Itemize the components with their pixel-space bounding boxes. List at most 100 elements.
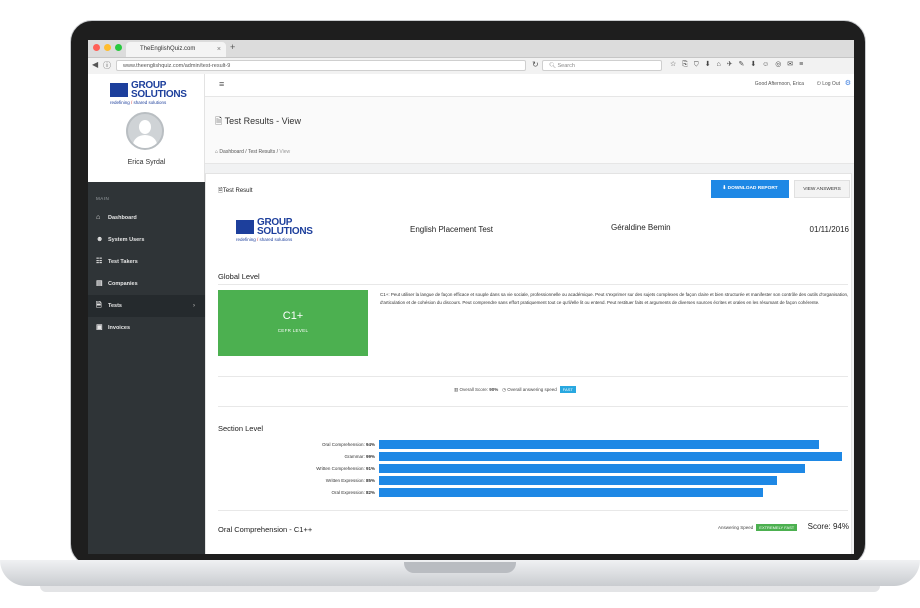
browser-search-field[interactable]: 🔍︎ Search	[542, 60, 662, 71]
close-window-button[interactable]	[93, 44, 100, 51]
main-content: ≡ Good Afternoon, Erica ⏻ Log Out ⚙ 🗎︎ T…	[205, 74, 854, 554]
chevron-right-icon: ›	[193, 303, 195, 309]
divider	[218, 510, 848, 511]
section-bar	[379, 476, 777, 485]
section-bar	[379, 488, 763, 497]
answering-speed: Answering Speed EXTREMELY FAST	[718, 524, 798, 531]
sidebar-item-test-takers[interactable]: ☷ Test Takers	[88, 251, 205, 273]
browser-tab-bar: TheEnglishQuiz.com × +	[88, 40, 854, 58]
sidebar-menu: ⌂ Dashboard ☻ System Users ☷ Test Takers ▤ Comp…	[88, 207, 205, 339]
section-bar-label: Written Expression: 85%	[218, 476, 375, 485]
section-name: Written Comprehension:	[316, 466, 365, 471]
avatar-head	[139, 120, 151, 134]
section-bar-row: Grammar: 99%	[206, 452, 851, 461]
sidebar-item-label: Companies	[108, 281, 138, 287]
logout-label: Log Out	[822, 81, 840, 87]
browser-toolbar-icons[interactable]: ☆ ⎘ ⛉ ⬇ ⌂ ✈ ✎ ⬇ ☺ ◎ ✉ ≡	[670, 60, 805, 69]
search-icon: 🔍︎	[549, 63, 556, 69]
search-placeholder: Search	[557, 63, 575, 69]
section-name: Grammar:	[344, 454, 365, 459]
breadcrumb: ⌂ Dashboard / Test Results / View	[215, 149, 291, 155]
section-name: Written Expression:	[325, 478, 365, 483]
tagline-b: shared solutions	[133, 100, 167, 105]
info-icon[interactable]: ⓘ	[103, 60, 111, 71]
section-bar-row: Written Expression: 85%	[206, 476, 851, 485]
browser-tab[interactable]: TheEnglishQuiz.com ×	[126, 42, 226, 57]
logout-link[interactable]: ⏻ Log Out	[817, 81, 840, 87]
section-bar-row: Oral Comprehension: 94%	[206, 440, 851, 449]
sidebar-item-companies[interactable]: ▤ Companies	[88, 273, 205, 295]
home-icon: ⌂	[96, 214, 101, 221]
maximize-window-button[interactable]	[115, 44, 122, 51]
section-bar-row: Oral Expression: 82%	[206, 488, 851, 497]
breadcrumb-dashboard[interactable]: Dashboard	[219, 149, 243, 155]
sidebar-item-dashboard[interactable]: ⌂ Dashboard	[88, 207, 205, 229]
section-name: Oral Expression:	[331, 490, 365, 495]
answering-speed-label: Answering Speed	[718, 525, 754, 530]
sidebar-item-label: Dashboard	[108, 215, 137, 221]
page-title: 🗎︎ Test Results - View	[215, 114, 301, 130]
url-field[interactable]: www.theenglishquiz.com/admin/test-result…	[116, 60, 526, 71]
profile-panel: GROUP SOLUTIONS redefining / shared solu…	[88, 74, 205, 182]
sidebar-item-tests[interactable]: 🗎︎ Tests ›	[88, 295, 205, 317]
section-bar-chart: Oral Comprehension: 94% Grammar: 99% Writt…	[206, 174, 851, 554]
close-tab-icon[interactable]: ×	[217, 42, 221, 57]
brand-logo-text: GROUP SOLUTIONS	[131, 81, 187, 100]
sidebar-item-label: System Users	[108, 237, 145, 243]
users-icon: ☻	[96, 236, 104, 243]
section-bar-label: Written Comprehension: 91%	[218, 464, 375, 473]
tagline-a: redefining	[110, 100, 130, 105]
sidebar-item-label: Invoices	[108, 325, 131, 331]
user-name: Erica Syrdal	[127, 159, 166, 166]
top-bar: ≡ Good Afternoon, Erica ⏻ Log Out ⚙	[205, 74, 854, 97]
breadcrumb-test-results[interactable]: Test Results	[248, 149, 275, 155]
invoice-icon: ▣	[96, 324, 103, 331]
sidebar: GROUP SOLUTIONS redefining / shared solu…	[88, 74, 205, 554]
section-bar	[379, 452, 843, 461]
screen: TheEnglishQuiz.com × + ◀ ⓘ www.theenglis…	[88, 40, 854, 554]
section-bar-label: Oral Comprehension: 94%	[218, 440, 375, 449]
app: GROUP SOLUTIONS redefining / shared solu…	[88, 74, 854, 554]
section-bar-label: Grammar: 99%	[218, 452, 375, 461]
section-value: 82%	[365, 490, 375, 495]
back-icon[interactable]: ◀	[92, 60, 98, 69]
new-tab-button[interactable]: +	[230, 42, 235, 52]
building-icon: ▤	[96, 280, 103, 287]
breadcrumb-view: View	[279, 149, 291, 155]
answering-speed-badge: EXTREMELY FAST	[756, 524, 798, 531]
settings-icon[interactable]: ⚙	[845, 79, 851, 87]
address-bar-row: ◀ ⓘ www.theenglishquiz.com/admin/test-re…	[88, 58, 854, 75]
section-bar	[379, 440, 819, 449]
menu-section-label: MAIN	[96, 196, 110, 201]
oral-score: Score: 94%	[807, 522, 849, 531]
section-value: 85%	[365, 478, 375, 483]
sidebar-item-invoices[interactable]: ▣ Invoices	[88, 317, 205, 339]
section-bar	[379, 464, 805, 473]
brand-line2: SOLUTIONS	[131, 89, 187, 100]
avatar[interactable]	[126, 112, 164, 150]
test-result-panel: 🗎︎Test Result ⬇ DOWNLOAD REPORT VIEW ANS…	[205, 173, 852, 554]
sidebar-item-label: Tests	[108, 303, 122, 309]
page-header: 🗎︎ Test Results - View ⌂ Dashboard / Tes…	[205, 97, 854, 164]
window-controls	[93, 44, 122, 51]
minimize-window-button[interactable]	[104, 44, 111, 51]
menu-toggle-icon[interactable]: ≡	[219, 79, 224, 89]
reload-icon[interactable]: ↻	[532, 60, 539, 69]
greeting-text: Good Afternoon, Erica	[754, 81, 804, 87]
section-value: 91%	[365, 466, 375, 471]
file-icon: 🗎︎	[96, 302, 102, 309]
section-name: Oral Comprehension:	[321, 442, 365, 447]
section-bar-label: Oral Expression: 82%	[218, 488, 375, 497]
oral-comprehension-title: Oral Comprehension - C1++	[218, 525, 313, 534]
sidebar-item-label: Test Takers	[108, 259, 138, 265]
tab-title: TheEnglishQuiz.com	[140, 46, 196, 52]
laptop-shadow	[40, 586, 880, 592]
laptop-notch	[404, 562, 516, 573]
section-bar-row: Written Comprehension: 91%	[206, 464, 851, 473]
sidebar-item-system-users[interactable]: ☻ System Users	[88, 229, 205, 251]
avatar-body	[133, 135, 157, 148]
group-icon: ☷	[96, 258, 103, 265]
section-value: 94%	[365, 442, 375, 447]
brand-logo[interactable]: GROUP SOLUTIONS redefining / shared solu…	[110, 80, 190, 110]
section-value: 99%	[365, 454, 375, 459]
